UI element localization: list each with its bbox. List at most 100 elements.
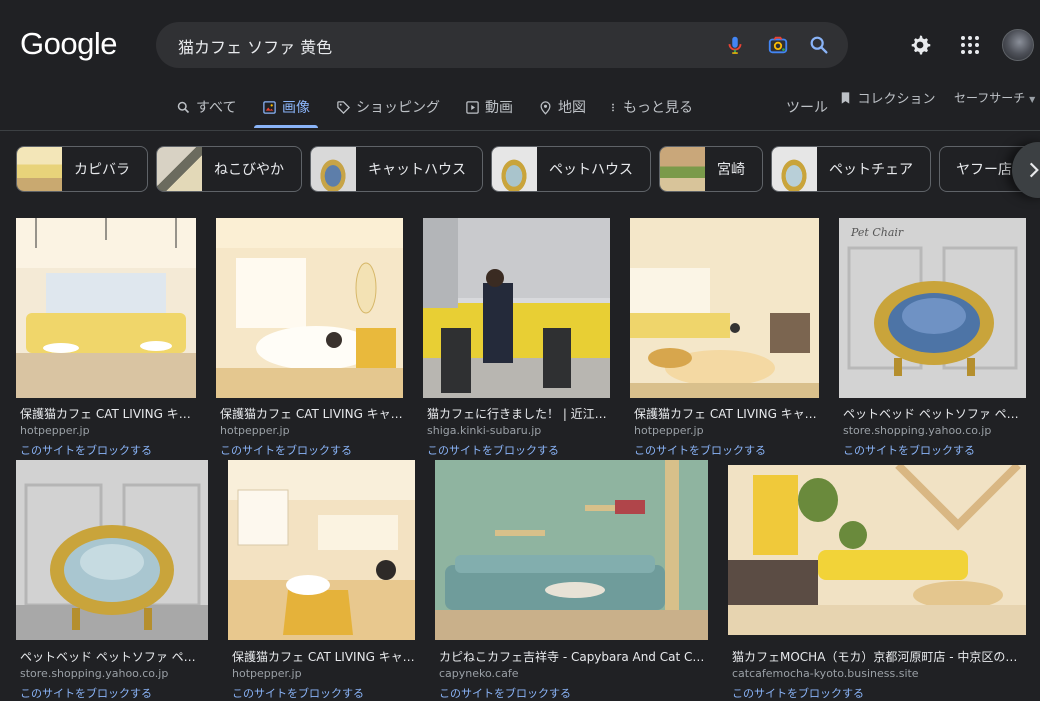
chip-label: ねこびやか — [214, 162, 284, 178]
more-vert-icon — [612, 103, 614, 111]
tab-label: 動画 — [485, 100, 513, 116]
result-source: store.shopping.yahoo.co.jp — [20, 667, 169, 680]
tab-maps[interactable]: 地図 — [538, 86, 586, 128]
block-site-link[interactable]: このサイトをブロックする — [732, 685, 1026, 701]
result-card[interactable]: 保護猫カフェ CAT LIVING キャ… hotpepper.jp このサイト… — [216, 218, 403, 458]
chip-label: ペットハウス — [549, 162, 633, 178]
block-site-link[interactable]: このサイトをブロックする — [634, 442, 819, 458]
result-source: store.shopping.yahoo.co.jp — [843, 424, 992, 437]
related-chips: カピバラ ねこびやか キャットハウス ペットハウス 宮崎 ペットチェア ヤフー店 — [0, 146, 1040, 194]
bookmark-icon — [841, 92, 850, 104]
collection-button[interactable]: コレクション — [838, 88, 935, 107]
microphone-icon[interactable] — [724, 34, 746, 56]
result-caption[interactable]: 猫カフェMOCHA（モカ）京都河原町店 - 中京区の… — [732, 648, 1026, 665]
tab-videos[interactable]: 動画 — [465, 86, 513, 128]
tab-label: 地図 — [558, 100, 586, 116]
block-site-link[interactable]: このサイトをブロックする — [427, 442, 610, 458]
result-card[interactable]: 保護猫カフェ CAT LIVING キャ… hotpepper.jp このサイト… — [16, 218, 196, 458]
tab-label: 画像 — [282, 100, 310, 116]
search-icon[interactable] — [808, 34, 830, 56]
chip-thumbnail — [660, 147, 705, 191]
tab-more[interactable]: もっと見る — [608, 86, 693, 128]
image-icon — [263, 100, 276, 114]
chip-capybara[interactable]: カピバラ — [16, 146, 148, 192]
result-image[interactable] — [728, 465, 1026, 635]
tab-label: すべて — [196, 100, 237, 116]
chip-thumbnail — [157, 147, 202, 191]
result-source: hotpepper.jp — [220, 424, 290, 437]
chip-label: ペットチェア — [829, 162, 913, 178]
result-card[interactable]: カピねこカフェ吉祥寺 - Capybara And Cat Caf… capyn… — [435, 460, 708, 700]
chip-pet-chair[interactable]: ペットチェア — [771, 146, 931, 192]
result-image[interactable] — [423, 218, 610, 398]
chip-thumbnail — [311, 147, 356, 191]
image-overlay-text: Pet Chair — [851, 226, 904, 239]
result-source: catcafemocha-kyoto.business.site — [732, 667, 919, 680]
result-image[interactable] — [435, 460, 708, 640]
result-image[interactable] — [630, 218, 819, 398]
result-image[interactable] — [228, 460, 415, 640]
result-caption[interactable]: カピねこカフェ吉祥寺 - Capybara And Cat Caf… — [439, 648, 708, 665]
header: Google すべて 画像 ショッピング — [0, 0, 1040, 131]
chevron-right-icon — [1029, 162, 1039, 178]
result-source: hotpepper.jp — [634, 424, 704, 437]
chip-label: キャットハウス — [368, 162, 466, 178]
chip-thumbnail — [17, 147, 62, 191]
tab-all[interactable]: すべて — [176, 86, 236, 128]
gear-icon[interactable] — [908, 33, 932, 57]
block-site-link[interactable]: このサイトをブロックする — [220, 442, 403, 458]
tab-images[interactable]: 画像 — [254, 86, 318, 128]
block-site-link[interactable]: このサイトをブロックする — [232, 685, 415, 701]
result-source: hotpepper.jp — [232, 667, 302, 680]
block-site-link[interactable]: このサイトをブロックする — [439, 685, 708, 701]
block-site-link[interactable]: このサイトをブロックする — [843, 442, 1026, 458]
result-card[interactable]: 保護猫カフェ CAT LIVING キャ… hotpepper.jp このサイト… — [228, 460, 415, 700]
result-image[interactable]: Pet Chair — [839, 218, 1026, 398]
search-box[interactable] — [156, 22, 848, 70]
chip-thumbnail — [492, 147, 537, 191]
result-image[interactable] — [16, 218, 196, 398]
result-source: hotpepper.jp — [20, 424, 90, 437]
search-input[interactable] — [176, 22, 700, 70]
chip-cat-house[interactable]: キャットハウス — [310, 146, 483, 192]
result-caption[interactable]: 猫カフェに行きました！ | 近江… — [427, 405, 610, 422]
chip-pet-house[interactable]: ペットハウス — [491, 146, 651, 192]
result-caption[interactable]: 保護猫カフェ CAT LIVING キャ… — [220, 405, 403, 422]
chip-label: 宮崎 — [717, 162, 745, 178]
result-card[interactable]: Pet Chair ペットベッド ペットソファ ペ… store.shoppin… — [839, 218, 1026, 458]
chip-thumbnail — [772, 147, 817, 191]
result-card[interactable]: ペットベッド ペットソファ ペ… store.shopping.yahoo.co… — [16, 460, 208, 700]
search-icon — [177, 101, 190, 113]
result-caption[interactable]: 保護猫カフェ CAT LIVING キャ… — [232, 648, 415, 665]
tab-label: もっと見る — [623, 100, 693, 116]
result-caption[interactable]: 保護猫カフェ CAT LIVING キャ… — [20, 405, 196, 422]
tab-shopping[interactable]: ショッピング — [336, 86, 440, 128]
result-image[interactable] — [16, 460, 208, 640]
result-caption[interactable]: ペットベッド ペットソファ ペ… — [20, 648, 208, 665]
collection-label: コレクション — [857, 92, 936, 107]
safesearch-label: セーフサーチ — [954, 91, 1026, 105]
result-image[interactable] — [216, 218, 403, 398]
camera-lens-icon[interactable] — [767, 34, 789, 56]
chip-nekobiyaka[interactable]: ねこびやか — [156, 146, 302, 192]
result-caption[interactable]: 保護猫カフェ CAT LIVING キャ… — [634, 405, 819, 422]
chip-label: カピバラ — [74, 162, 130, 178]
chip-miyazaki[interactable]: 宮崎 — [659, 146, 763, 192]
google-logo[interactable]: Google — [20, 26, 117, 62]
avatar[interactable] — [1002, 29, 1034, 61]
tag-icon — [337, 100, 351, 114]
result-card[interactable]: 猫カフェMOCHA（モカ）京都河原町店 - 中京区の… catcafemocha… — [728, 465, 1026, 700]
map-pin-icon — [540, 100, 551, 115]
play-icon — [466, 100, 479, 114]
block-site-link[interactable]: このサイトをブロックする — [20, 442, 196, 458]
result-card[interactable]: 保護猫カフェ CAT LIVING キャ… hotpepper.jp このサイト… — [630, 218, 819, 458]
result-caption[interactable]: ペットベッド ペットソファ ペ… — [843, 405, 1026, 422]
result-card[interactable]: 猫カフェに行きました！ | 近江… shiga.kinki-subaru.jp … — [423, 218, 610, 458]
block-site-link[interactable]: このサイトをブロックする — [20, 685, 208, 701]
safesearch-button[interactable]: セーフサーチ ▼ — [954, 89, 1035, 106]
result-source: capyneko.cafe — [439, 667, 519, 680]
chevron-down-icon: ▼ — [1029, 95, 1036, 104]
tools-button[interactable]: ツール — [786, 97, 828, 117]
apps-grid-icon[interactable] — [958, 33, 982, 57]
tab-label: ショッピング — [356, 100, 440, 116]
